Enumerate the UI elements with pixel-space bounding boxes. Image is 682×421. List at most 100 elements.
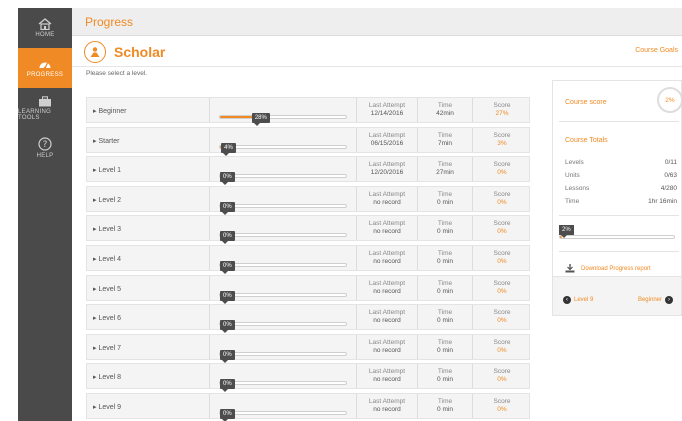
dashboard-icon [39,62,51,70]
last-attempt-cell: Last Attempt no record [368,279,406,295]
last-attempt-cell: Last Attempt no record [368,338,406,354]
level-progress-bubble: 0% [220,260,235,274]
time-cell: Time 0 min [437,279,453,295]
page-header: Progress [72,8,682,36]
level-name: ▸ Level 4 [93,255,122,263]
score-cell: Score 3% [493,131,511,147]
level-progress-bubble: 0% [220,320,235,334]
level-progress-bar: 0% [219,290,347,304]
download-report-link[interactable]: Download Progress report [565,264,651,273]
course-progress-bar [559,235,675,239]
time-cell: Time 0 min [437,338,453,354]
level-progress-bar: 0% [219,408,347,421]
level-progress-fill [220,116,256,118]
level-name: ▸ Starter [93,137,120,145]
time-cell: Time 0 min [437,249,453,265]
level-row[interactable]: ▸ Level 8 0% Last Attempt no record Time 0 mi… [86,363,530,393]
time-cell: Time 0 min [437,220,453,236]
arrow-left-icon: ‹ [563,296,571,304]
level-row[interactable]: ▸ Beginner 28% Last Attempt 12/14/2016 Time 4… [86,97,530,126]
previous-level-button[interactable]: ‹ Level 9 [563,296,593,304]
level-progress-bubble: 0% [220,349,235,363]
level-row[interactable]: ▸ Level 2 0% Last Attempt no record Time 0 mi… [86,185,530,215]
level-progress-bubble: 28% [251,113,270,126]
time-cell: Time 0 min [437,397,453,413]
level-progress-bar: 4% [219,142,347,156]
time-cell: Time 42min [436,102,454,117]
level-row[interactable]: ▸ Level 7 0% Last Attempt no record Time 0 mi… [86,333,530,363]
level-name: ▸ Level 9 [93,403,122,411]
level-progress-bar: 0% [219,260,347,274]
level-progress-bar: 0% [219,349,347,363]
level-row[interactable]: ▸ Starter 4% Last Attempt 06/15/2016 Time 7mi… [86,126,530,156]
level-row[interactable]: ▸ Level 5 0% Last Attempt no record Time 0 mi… [86,274,530,304]
time-cell: Time 0 min [437,190,453,206]
nav-progress[interactable]: PROGRESS [18,48,72,88]
divider [209,305,210,330]
totals-row: Units 0/63 [565,172,677,179]
divider [209,157,210,182]
totals-row: Time 1hr 16min [565,198,677,205]
last-attempt-cell: Last Attempt no record [368,368,406,384]
score-cell: Score 0% [493,397,511,413]
briefcase-icon [39,95,51,106]
nav-learning-tools-label: LEARNING TOOLS [18,108,52,121]
level-name: ▸ Level 3 [93,226,122,234]
totals-row: Levels 0/11 [565,159,677,166]
last-attempt-cell: Last Attempt 12/20/2016 [368,161,406,177]
course-score-ring: 2% [657,87,682,113]
level-row[interactable]: ▸ Level 6 0% Last Attempt no record Time 0 mi… [86,304,530,334]
nav-home[interactable]: HOME [18,8,72,48]
level-progress-bubble: 0% [220,290,235,304]
course-score-label: Course score [565,99,607,106]
last-attempt-cell: Last Attempt no record [368,249,406,265]
nav-learning-tools[interactable]: LEARNING TOOLS [18,88,72,128]
level-progress-bubble: 0% [220,201,235,215]
score-cell: Score 0% [493,190,511,206]
level-row[interactable]: ▸ Level 3 0% Last Attempt no record Time 0 mi… [86,215,530,245]
level-progress-bubble: 0% [220,408,235,421]
score-cell: Score 0% [493,220,511,236]
level-progress-bar: 28% [219,113,347,126]
divider [209,98,210,122]
last-attempt-cell: Last Attempt no record [368,397,406,413]
nav-help-label: HELP [36,153,54,159]
level-name: ▸ Level 5 [93,285,122,293]
nav-help[interactable]: ? HELP [18,128,72,168]
last-attempt-cell: Last Attempt no record [368,309,406,325]
divider [209,334,210,359]
panel-divider [559,215,679,216]
course-score-value: 2% [665,96,675,104]
score-cell: Score 0% [493,249,511,265]
level-row[interactable]: ▸ Level 1 0% Last Attempt 12/20/2016 Time 27m… [86,156,530,186]
nav-home-label: HOME [35,32,55,38]
level-progress-bar: 0% [219,320,347,334]
level-name: ▸ Level 2 [93,196,122,204]
time-cell: Time 0 min [437,368,453,384]
divider [209,364,210,389]
course-goals-link[interactable]: Course Goals [635,47,678,54]
panel-divider [559,251,679,252]
next-level-button[interactable]: Beginner › [638,296,673,304]
score-cell: Score 27% [493,102,511,117]
divider [209,245,210,270]
last-attempt-cell: Last Attempt no record [368,190,406,206]
level-progress-bubble: 0% [220,231,235,245]
time-cell: Time 7min [437,131,453,147]
arrow-right-icon: › [665,296,673,304]
scholar-logo-icon [84,41,106,63]
svg-text:?: ? [43,140,48,150]
level-progress-bubble: 4% [221,142,236,156]
time-cell: Time 0 min [437,309,453,325]
level-row[interactable]: ▸ Level 4 0% Last Attempt no record Time 0 mi… [86,244,530,274]
level-name: ▸ Level 1 [93,167,122,175]
product-name: Scholar [114,44,166,60]
header-divider [72,66,682,67]
score-cell: Score 0% [493,309,511,325]
divider [209,216,210,241]
level-progress-bar: 0% [219,201,347,215]
divider [209,186,210,211]
instruction-text: Please select a level. [86,70,148,77]
level-row[interactable]: ▸ Level 9 0% Last Attempt no record Time 0 mi… [86,392,530,421]
page-title: Progress [85,15,134,29]
